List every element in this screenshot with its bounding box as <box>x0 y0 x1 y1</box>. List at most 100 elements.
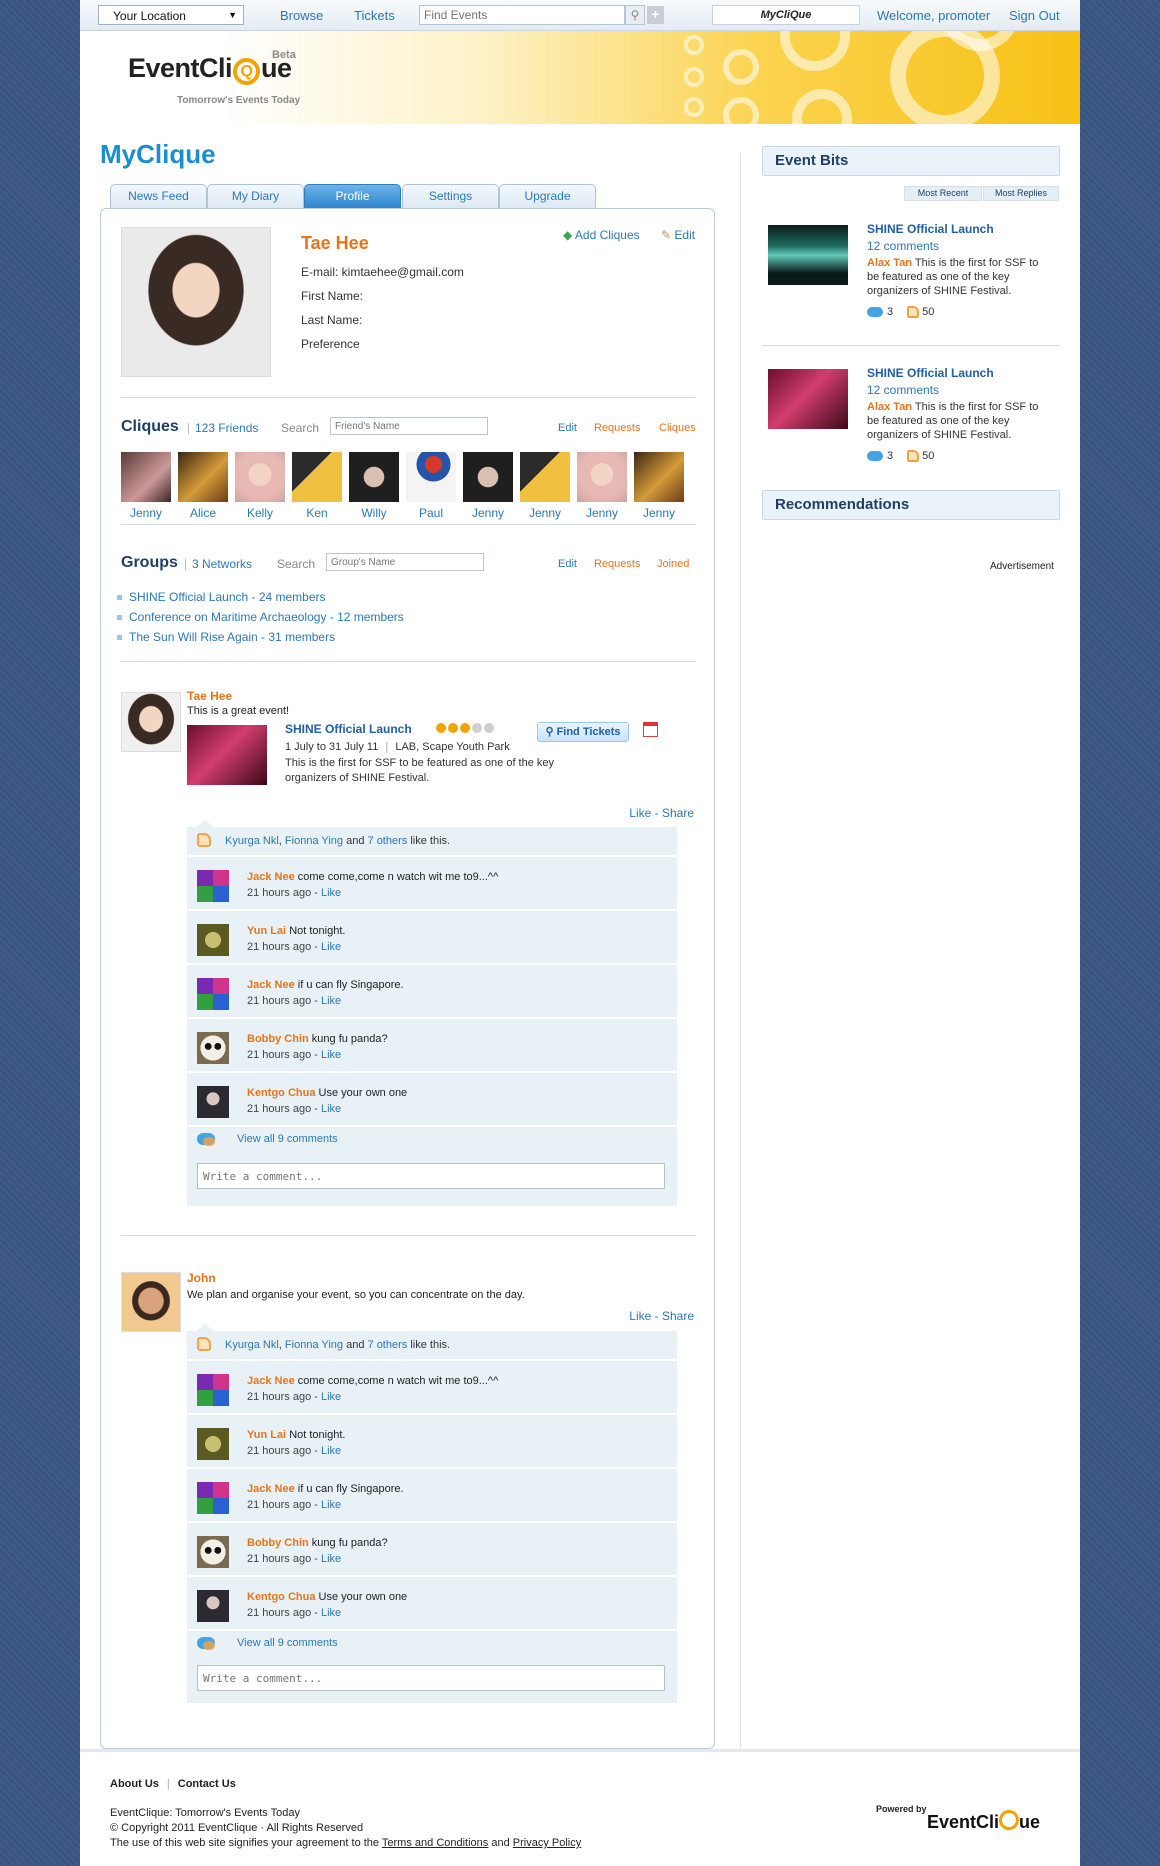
comment-like-link[interactable]: Like <box>321 1553 341 1565</box>
add-cliques-button[interactable]: ◆ Add Cliques <box>563 228 640 242</box>
comment-like-link[interactable]: Like <box>321 1607 341 1619</box>
group-item[interactable]: SHINE Official Launch - 24 members <box>117 590 326 604</box>
commenter-avatar[interactable] <box>197 1590 229 1622</box>
event-bit-thumbnail[interactable] <box>768 225 848 285</box>
groups-joined-link[interactable]: Joined <box>657 558 689 570</box>
comment-like-link[interactable]: Like <box>321 1445 341 1457</box>
commenter-avatar[interactable] <box>197 870 229 902</box>
myclique-link[interactable]: MyCliQue <box>712 5 860 25</box>
groups-requests-link[interactable]: Requests <box>594 558 640 570</box>
commenter-name[interactable]: Kentgo Chua <box>247 1591 315 1603</box>
tab-profile[interactable]: Profile <box>304 184 401 208</box>
commenter-avatar[interactable] <box>197 924 229 956</box>
location-select[interactable]: Your Location ▼ <box>98 5 244 25</box>
friend-search-input[interactable] <box>330 417 488 435</box>
commenter-name[interactable]: Bobby Chin <box>247 1033 309 1045</box>
event-thumbnail[interactable] <box>187 725 267 785</box>
comment-like-link[interactable]: Like <box>321 1103 341 1115</box>
commenter-avatar[interactable] <box>197 1428 229 1460</box>
friend-item[interactable]: Kelly <box>235 452 285 520</box>
comment-like-link[interactable]: Like <box>321 1391 341 1403</box>
commenter-avatar[interactable] <box>197 1086 229 1118</box>
event-bit-title[interactable]: SHINE Official Launch <box>867 222 994 236</box>
cliques-link[interactable]: Cliques <box>659 422 696 434</box>
tab-upgrade[interactable]: Upgrade <box>499 184 596 208</box>
liker-link[interactable]: Kyurga Nkl <box>225 835 279 847</box>
commenter-avatar[interactable] <box>197 1032 229 1064</box>
commenter-avatar[interactable] <box>197 978 229 1010</box>
comment-like-link[interactable]: Like <box>321 995 341 1007</box>
friend-item[interactable]: Paul <box>406 452 456 520</box>
share-link[interactable]: Share <box>662 1309 694 1323</box>
sort-most-replies[interactable]: Most Replies <box>983 186 1059 201</box>
share-link[interactable]: Share <box>662 806 694 820</box>
group-item[interactable]: Conference on Maritime Archaeology - 12 … <box>117 610 404 624</box>
commenter-avatar[interactable] <box>197 1374 229 1406</box>
group-search-input[interactable] <box>326 553 484 571</box>
post-author-name[interactable]: John <box>187 1271 216 1285</box>
tab-my-diary[interactable]: My Diary <box>207 184 304 208</box>
commenter-name[interactable]: Jack Nee <box>247 1483 295 1495</box>
groups-edit-link[interactable]: Edit <box>558 558 577 570</box>
commenter-name[interactable]: Kentgo Chua <box>247 1087 315 1099</box>
plus-icon[interactable]: + <box>647 6 664 24</box>
about-us-link[interactable]: About Us <box>110 1778 159 1790</box>
tab-settings[interactable]: Settings <box>402 184 499 208</box>
find-tickets-button[interactable]: ⚲ Find Tickets <box>537 722 629 742</box>
commenter-name[interactable]: Bobby Chin <box>247 1537 309 1549</box>
liker-link[interactable]: Fionna Ying <box>285 1339 343 1351</box>
contact-us-link[interactable]: Contact Us <box>178 1778 236 1790</box>
commenter-name[interactable]: Jack Nee <box>247 1375 295 1387</box>
privacy-link[interactable]: Privacy Policy <box>513 1837 581 1849</box>
friend-item[interactable]: Jenny <box>121 452 171 520</box>
view-all-comments[interactable]: View all 9 comments <box>187 1631 677 1657</box>
write-comment-input[interactable] <box>197 1163 665 1189</box>
event-bit-author[interactable]: Alax Tan <box>867 401 912 413</box>
event-bit-comments[interactable]: 12 comments <box>867 383 939 397</box>
commenter-name[interactable]: Yun Lai <box>247 925 286 937</box>
others-link[interactable]: 7 others <box>368 835 408 847</box>
others-link[interactable]: 7 others <box>368 1339 408 1351</box>
friend-item[interactable]: Jenny <box>463 452 513 520</box>
friend-item[interactable]: Jenny <box>520 452 570 520</box>
tab-news-feed[interactable]: News Feed <box>110 184 207 208</box>
view-all-comments[interactable]: View all 9 comments <box>187 1127 677 1153</box>
friend-item[interactable]: Alice <box>178 452 228 520</box>
friend-item[interactable]: Jenny <box>634 452 684 520</box>
commenter-name[interactable]: Jack Nee <box>247 871 295 883</box>
terms-link[interactable]: Terms and Conditions <box>382 1837 488 1849</box>
post-author-avatar[interactable] <box>121 692 181 752</box>
like-link[interactable]: Like <box>629 806 651 820</box>
nav-tickets[interactable]: Tickets <box>354 8 395 23</box>
commenter-name[interactable]: Jack Nee <box>247 979 295 991</box>
networks-count-link[interactable]: 3 Networks <box>192 557 252 571</box>
commenter-avatar[interactable] <box>197 1482 229 1514</box>
write-comment-input[interactable] <box>197 1665 665 1691</box>
event-bit-title[interactable]: SHINE Official Launch <box>867 366 994 380</box>
comment-like-link[interactable]: Like <box>321 1499 341 1511</box>
cliques-requests-link[interactable]: Requests <box>594 422 640 434</box>
commenter-avatar[interactable] <box>197 1536 229 1568</box>
event-title-link[interactable]: SHINE Official Launch <box>285 722 412 736</box>
comment-like-link[interactable]: Like <box>321 887 341 899</box>
find-events-input[interactable] <box>419 5 625 25</box>
liker-link[interactable]: Kyurga Nkl <box>225 1339 279 1351</box>
commenter-name[interactable]: Yun Lai <box>247 1429 286 1441</box>
sign-out-link[interactable]: Sign Out <box>1009 8 1060 23</box>
event-bit-author[interactable]: Alax Tan <box>867 257 912 269</box>
eventclique-logo[interactable]: EventCli Que <box>128 53 292 85</box>
sort-most-recent[interactable]: Most Recent <box>904 186 982 201</box>
group-item[interactable]: The Sun Will Rise Again - 31 members <box>116 630 335 644</box>
friend-item[interactable]: Willy <box>349 452 399 520</box>
comment-like-link[interactable]: Like <box>321 941 341 953</box>
like-link[interactable]: Like <box>629 1309 651 1323</box>
liker-link[interactable]: Fionna Ying <box>285 835 343 847</box>
welcome-link[interactable]: Welcome, promoter <box>877 8 990 23</box>
friend-item[interactable]: Ken <box>292 452 342 520</box>
search-icon[interactable]: ⚲ <box>625 5 645 25</box>
post-author-avatar[interactable] <box>121 1272 181 1332</box>
nav-browse[interactable]: Browse <box>280 8 323 23</box>
post-author-name[interactable]: Tae Hee <box>187 689 232 703</box>
event-bit-comments[interactable]: 12 comments <box>867 239 939 253</box>
friend-item[interactable]: Jenny <box>577 452 627 520</box>
